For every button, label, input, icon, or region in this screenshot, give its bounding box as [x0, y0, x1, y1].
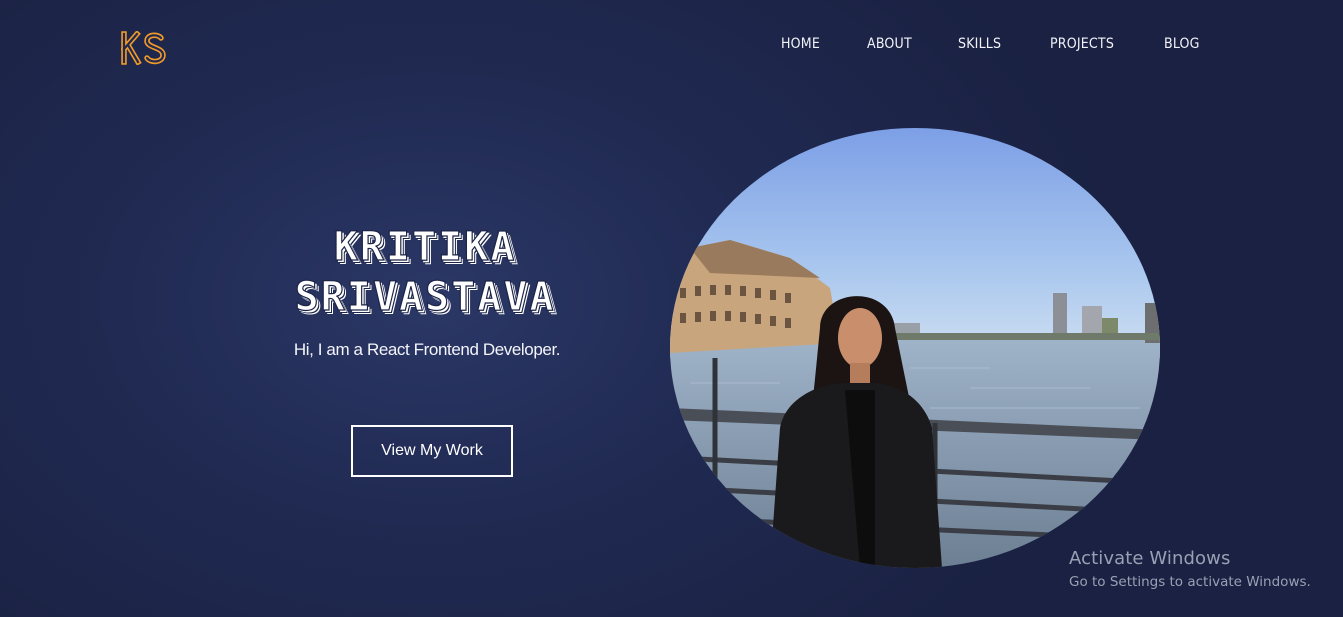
view-my-work-button[interactable]: View My Work: [351, 425, 513, 477]
nav-skills[interactable]: SKILLS: [958, 36, 1001, 52]
nav-blog[interactable]: BLOG: [1164, 36, 1200, 52]
watermark-subtitle: Go to Settings to activate Windows.: [1069, 574, 1311, 590]
logo-text: KS: [167, 31, 168, 32]
watermark-title: Activate Windows: [1069, 548, 1231, 569]
nav-home[interactable]: HOME: [781, 36, 820, 52]
hero-name: KRITIKA SRIVASTAVA: [240, 222, 610, 322]
profile-photo: [670, 128, 1160, 568]
hero-name-first: KRITIKA: [333, 223, 517, 270]
hero-subtitle: Hi, I am a React Frontend Developer.: [293, 340, 561, 359]
nav-projects[interactable]: PROJECTS: [1050, 36, 1114, 52]
logo-mark: [120, 30, 166, 66]
activate-windows-watermark: Activate Windows Go to Settings to activ…: [1069, 548, 1311, 593]
hero-name-last: SRIVASTAVA: [294, 273, 556, 320]
nav-about[interactable]: ABOUT: [867, 36, 912, 52]
logo[interactable]: KS: [120, 30, 168, 66]
